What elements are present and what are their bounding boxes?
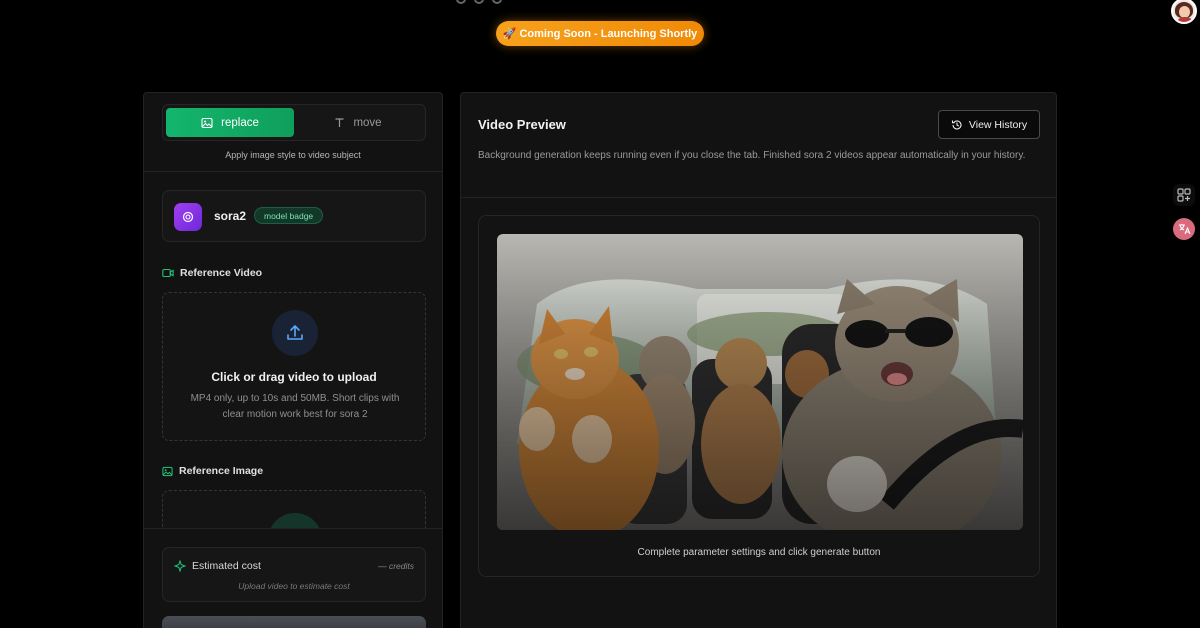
cost-value: — credits bbox=[378, 561, 414, 571]
model-selector[interactable]: sora2 model badge bbox=[162, 190, 426, 242]
view-history-button[interactable]: View History bbox=[938, 110, 1040, 139]
history-icon bbox=[951, 119, 962, 129]
cats-driving-car-image bbox=[497, 234, 1023, 530]
upload-description: MP4 only, up to 10s and 50MB. Short clip… bbox=[190, 393, 400, 420]
language-button[interactable] bbox=[1173, 218, 1195, 240]
model-badge: model badge bbox=[254, 207, 324, 224]
cost-hint: Upload video to estimate cost bbox=[238, 581, 350, 591]
preview-caption: Complete parameter settings and click ge… bbox=[637, 547, 881, 558]
reference-image-text: Reference Image bbox=[179, 465, 264, 477]
image-icon bbox=[201, 117, 213, 128]
upload-title: Click or drag video to upload bbox=[211, 370, 377, 384]
openai-knot-icon bbox=[182, 211, 194, 223]
image-icon bbox=[162, 466, 173, 476]
preview-video-thumbnail bbox=[497, 234, 1023, 530]
preview-description: Background generation keeps running even… bbox=[478, 150, 1026, 161]
apps-grid-icon bbox=[1177, 188, 1191, 202]
cost-title-text: Estimated cost bbox=[192, 560, 261, 572]
page: 🚀 Coming Soon - Launching Shortly replac… bbox=[0, 0, 1200, 628]
mode-tabs: replace move bbox=[162, 104, 426, 141]
apps-button[interactable] bbox=[1173, 184, 1195, 206]
model-name: sora2 bbox=[214, 209, 247, 223]
translate-icon bbox=[1179, 224, 1191, 235]
mode-caption: Apply image style to video subject bbox=[225, 150, 361, 160]
view-history-label: View History bbox=[968, 118, 1028, 131]
nav-dot bbox=[474, 0, 484, 4]
reference-video-text: Reference Video bbox=[180, 267, 263, 279]
preview-panel: Video Preview View History Background ge… bbox=[460, 92, 1057, 628]
upload-icon bbox=[272, 310, 318, 356]
reference-image-label: Reference Image bbox=[162, 465, 263, 477]
divider bbox=[461, 197, 1056, 198]
preview-title: Video Preview bbox=[478, 117, 566, 132]
sparkle-icon bbox=[174, 560, 186, 572]
coming-soon-banner[interactable]: 🚀 Coming Soon - Launching Shortly bbox=[496, 21, 704, 46]
tab-replace[interactable]: replace bbox=[166, 108, 294, 137]
top-nav-fragment bbox=[456, 0, 502, 4]
upload-arrow-icon bbox=[287, 325, 303, 340]
nav-dot bbox=[456, 0, 466, 4]
text-icon bbox=[335, 118, 344, 127]
cost-title: Estimated cost bbox=[174, 560, 261, 572]
tab-move-label: move bbox=[353, 116, 382, 129]
cost-footer: Estimated cost — credits Upload video to… bbox=[144, 528, 442, 628]
video-upload-dropzone[interactable]: Click or drag video to upload MP4 only, … bbox=[162, 292, 426, 441]
estimated-cost-card: Estimated cost — credits Upload video to… bbox=[162, 547, 426, 602]
tab-replace-label: replace bbox=[221, 116, 259, 129]
video-camera-icon bbox=[162, 268, 174, 278]
nav-dot bbox=[492, 0, 502, 4]
avatar-body bbox=[1176, 17, 1194, 22]
model-logo-icon bbox=[174, 203, 202, 231]
tab-move[interactable]: move bbox=[294, 108, 422, 137]
preview-frame: Complete parameter settings and click ge… bbox=[478, 215, 1040, 577]
settings-panel: replace move Apply image style to video … bbox=[143, 92, 443, 628]
reference-video-label: Reference Video bbox=[162, 267, 262, 279]
divider bbox=[144, 171, 442, 172]
generate-button[interactable] bbox=[162, 616, 426, 628]
user-avatar[interactable] bbox=[1171, 0, 1197, 24]
